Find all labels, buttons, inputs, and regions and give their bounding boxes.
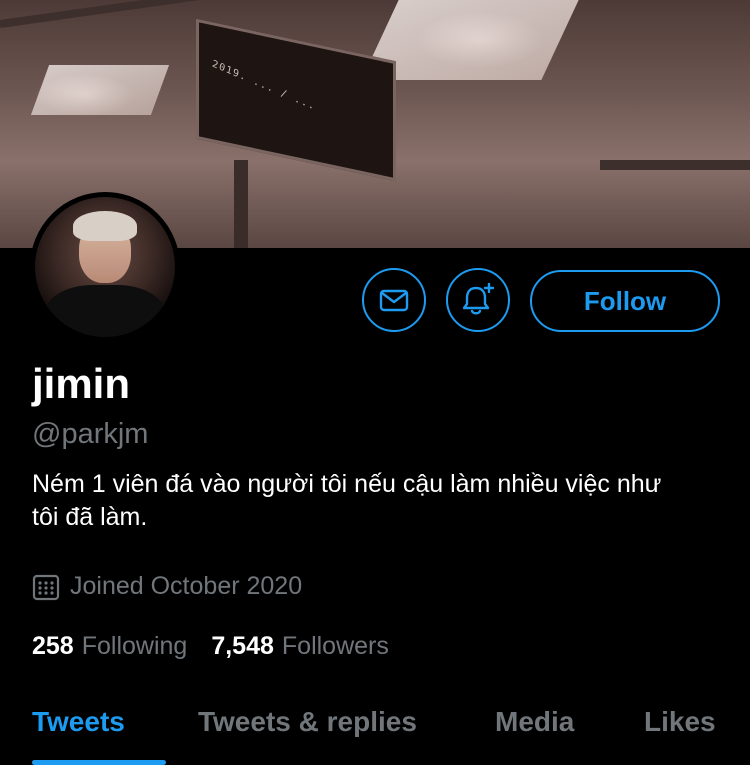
profile-bio: Ném 1 viên đá vào người tôi nếu cậu làm …: [32, 470, 662, 531]
mail-icon: [379, 289, 409, 312]
avatar-hair: [73, 211, 137, 241]
following-label: Following: [81, 632, 188, 660]
following-count: 258: [32, 632, 74, 660]
banner-rail: [600, 160, 750, 170]
banner-sign-text: 2019. ... / ...: [211, 58, 317, 113]
message-button[interactable]: [362, 268, 426, 332]
banner-rail: [0, 0, 377, 28]
banner-ceiling-light: [30, 65, 170, 115]
followers-link[interactable]: 7,548 Followers: [211, 632, 413, 661]
profile-stats: 258 Following 7,548 Followers: [32, 632, 413, 661]
bell-plus-icon: [462, 282, 495, 315]
profile-name: jimin: [32, 360, 131, 407]
following-link[interactable]: 258 Following: [32, 632, 211, 661]
tab-media[interactable]: Media: [495, 706, 574, 738]
avatar-body: [45, 285, 165, 337]
active-tab-indicator: [32, 760, 166, 765]
joined-date: Joined October 2020: [32, 572, 302, 601]
tab-likes[interactable]: Likes: [644, 706, 716, 738]
banner-sign: 2019. ... / ...: [196, 18, 396, 182]
tab-tweets-replies[interactable]: Tweets & replies: [198, 706, 417, 738]
notify-button[interactable]: [446, 268, 510, 332]
joined-label: Joined October 2020: [70, 572, 303, 600]
avatar[interactable]: [30, 192, 180, 342]
tab-tweets[interactable]: Tweets: [32, 706, 125, 738]
followers-label: Followers: [281, 632, 389, 660]
banner-pole: [234, 160, 248, 248]
followers-count: 7,548: [211, 632, 274, 660]
profile-handle: @parkjm: [32, 418, 149, 450]
calendar-icon: [32, 574, 60, 600]
profile-tabs: Tweets Tweets & replies Media Likes: [0, 700, 750, 765]
follow-button[interactable]: Follow: [530, 270, 720, 332]
